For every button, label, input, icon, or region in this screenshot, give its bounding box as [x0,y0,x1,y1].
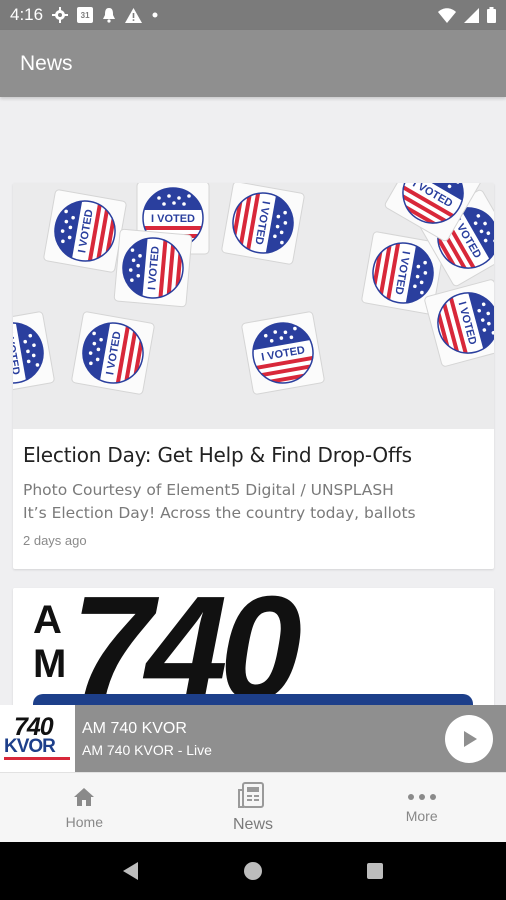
app-bar: News [0,30,506,97]
article-card[interactable]: AM 740 [13,588,494,705]
nav-label-more: More [405,807,438,824]
bottom-navigation: Home News More [0,772,506,842]
article-excerpt-line: Photo Courtesy of Element5 Digital / UNS… [23,481,394,499]
player-title: AM 740 KVOR [82,719,187,737]
article-card[interactable]: I VOTED Election Day: Get Help & Find Dr… [13,183,494,569]
article-timestamp: 2 days ago [23,533,87,548]
play-button[interactable] [445,714,493,763]
article-excerpt-line: It’s Election Day! Across the country to… [23,504,416,522]
status-time: 4:16 [10,5,44,24]
player-info[interactable]: AM 740 KVOR AM 740 KVOR - Live [82,720,212,758]
more-dots-icon [407,793,436,800]
nav-label-home: Home [65,813,104,830]
station-logo: 740 KVOR [0,705,75,772]
page-title: News [20,51,73,75]
calendar-day: 31 [80,11,90,20]
system-navigation-bar [0,842,506,900]
dot-icon [152,12,158,18]
bell-icon [103,8,116,23]
back-icon[interactable] [122,861,140,881]
newspaper-icon [238,781,264,808]
nav-item-more[interactable]: More [337,773,506,842]
station-am-text: AM [33,598,67,686]
station-frequency-text: 740 [71,588,302,705]
nav-item-news[interactable]: News [169,773,338,842]
warning-icon [125,7,143,23]
play-icon [464,730,477,747]
wifi-icon [438,7,456,23]
home-icon [74,787,95,806]
calendar-icon: 31 [77,7,94,23]
nav-label-news: News [233,815,274,833]
gear-icon [52,7,69,23]
article-image: AM 740 [13,588,494,705]
article-image: I VOTED [13,183,494,429]
station-logo-band [33,694,473,705]
battery-icon [487,7,496,23]
article-title[interactable]: Election Day: Get Help & Find Drop-Offs [23,443,484,467]
player-subtitle: AM 740 KVOR - Live [82,741,212,758]
status-bar: 4:16 31 [0,0,506,30]
nav-item-home[interactable]: Home [0,773,169,842]
recents-icon[interactable] [366,862,384,880]
signal-icon [464,7,479,23]
home-circle-icon[interactable] [243,861,263,881]
station-logo-call: KVOR [4,736,56,757]
mini-player[interactable]: 740 KVOR AM 740 KVOR AM 740 KVOR - Live [0,705,506,772]
article-excerpt: Photo Courtesy of Element5 Digital / UNS… [23,479,484,525]
news-feed[interactable]: I VOTED Election Day: Get Help & Find Dr… [0,97,506,705]
station-logo-stripe [4,757,70,760]
